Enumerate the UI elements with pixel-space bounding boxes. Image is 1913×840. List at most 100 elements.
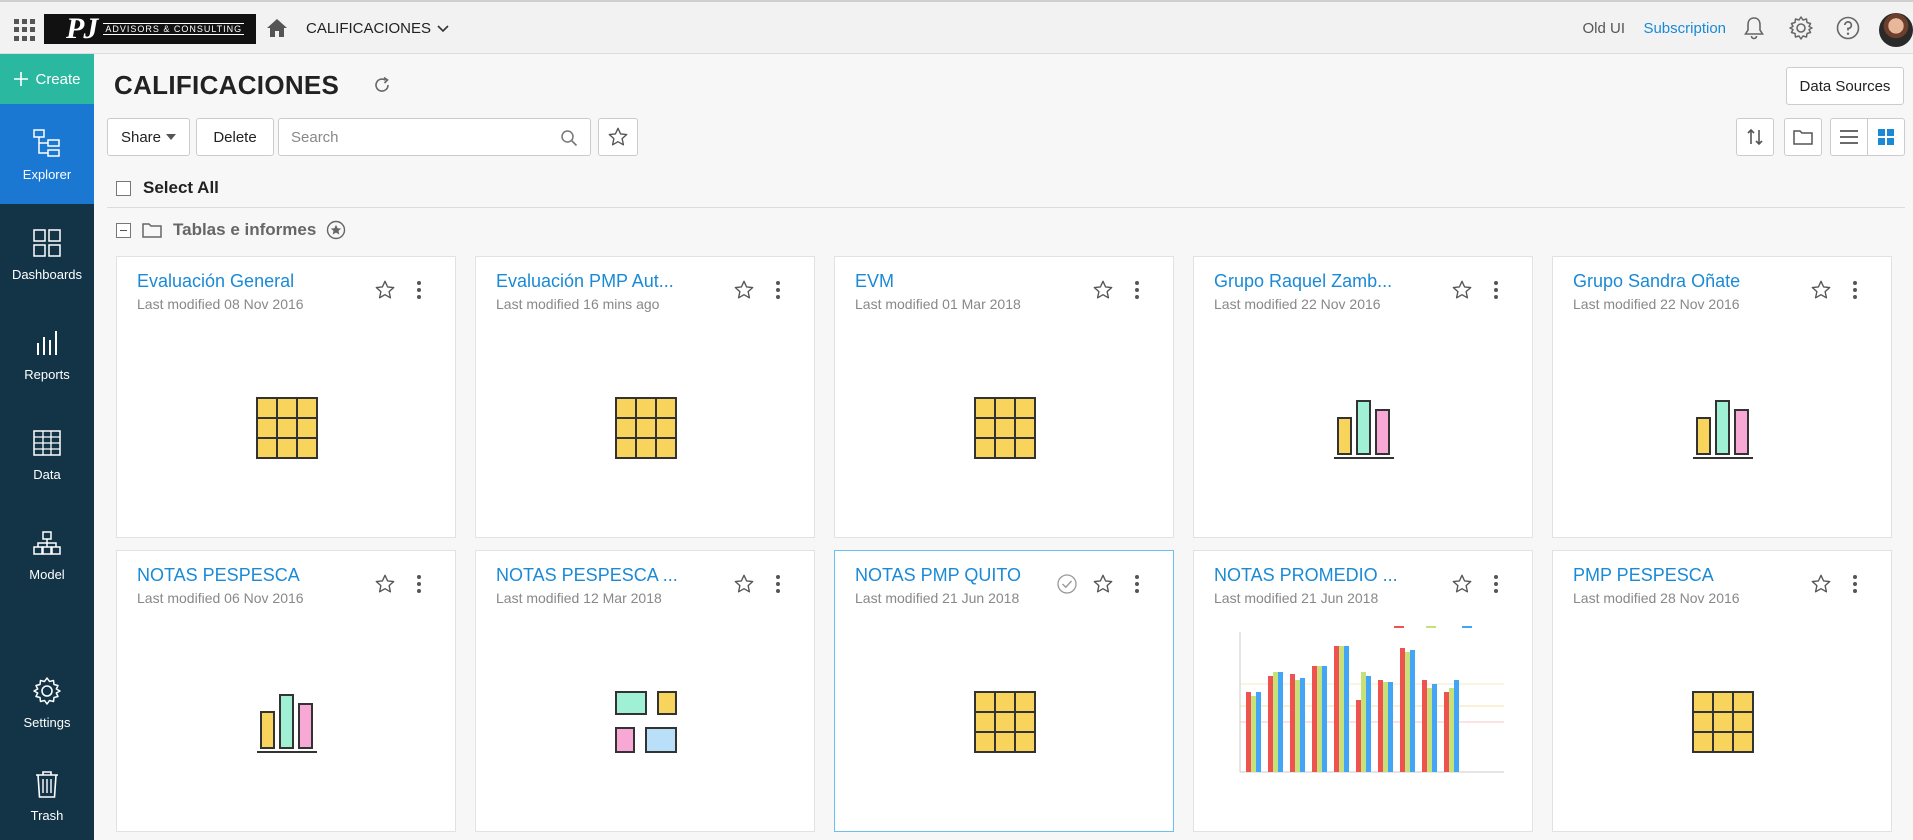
delete-button[interactable]: Delete xyxy=(196,118,274,156)
view-card[interactable]: Evaluación PMP Aut... Last modified 16 mi… xyxy=(475,256,815,538)
sidebar-item-explorer[interactable]: Explorer xyxy=(0,104,94,204)
sidebar-item-data[interactable]: Data xyxy=(0,404,94,504)
workspace-breadcrumb[interactable]: CALIFICACIONES xyxy=(306,20,449,37)
card-menu-button[interactable] xyxy=(773,279,783,301)
card-title[interactable]: NOTAS PROMEDIO ... xyxy=(1214,565,1444,586)
more-vertical-icon xyxy=(1853,575,1857,593)
sidebar-item-model[interactable]: Model xyxy=(0,504,94,604)
card-thumbnail[interactable] xyxy=(476,317,816,539)
star-icon xyxy=(734,574,754,593)
view-card[interactable]: NOTAS PESPESCA ... Last modified 12 Mar 2… xyxy=(475,550,815,832)
card-title[interactable]: NOTAS PESPESCA ... xyxy=(496,565,726,586)
favorite-badge-icon[interactable] xyxy=(326,220,346,240)
select-all[interactable]: Select All xyxy=(116,178,219,198)
card-favorite-button[interactable] xyxy=(1451,573,1473,595)
card-thumbnail[interactable] xyxy=(1553,611,1893,833)
bell-icon[interactable] xyxy=(1741,15,1767,41)
view-card[interactable]: EVM Last modified 01 Mar 2018 xyxy=(834,256,1174,538)
card-menu-button[interactable] xyxy=(1850,279,1860,301)
gear-icon[interactable] xyxy=(1788,15,1814,41)
card-title[interactable]: Grupo Raquel Zamb... xyxy=(1214,271,1444,292)
card-title[interactable]: Evaluación General xyxy=(137,271,367,292)
list-icon xyxy=(1840,130,1858,144)
folder-header[interactable]: Tablas e informes xyxy=(116,220,346,240)
card-thumbnail[interactable] xyxy=(1194,611,1534,833)
search-input[interactable] xyxy=(279,119,539,155)
card-title[interactable]: EVM xyxy=(855,271,1085,292)
card-thumbnail[interactable] xyxy=(476,611,816,833)
view-card[interactable]: NOTAS PMP QUITO Last modified 21 Jun 2018 xyxy=(834,550,1174,832)
view-card[interactable]: Evaluación General Last modified 08 Nov 2… xyxy=(116,256,456,538)
card-thumbnail[interactable] xyxy=(1553,317,1893,539)
card-favorite-button[interactable] xyxy=(374,573,396,595)
view-card[interactable]: Grupo Raquel Zamb... Last modified 22 Nov… xyxy=(1193,256,1533,538)
card-thumbnail[interactable] xyxy=(117,317,457,539)
card-thumbnail[interactable] xyxy=(835,317,1175,539)
reports-icon xyxy=(37,330,57,355)
folder-view-button[interactable] xyxy=(1784,118,1822,156)
data-sources-button[interactable]: Data Sources xyxy=(1786,67,1904,105)
card-thumbnail[interactable] xyxy=(117,611,457,833)
card-favorite-button[interactable] xyxy=(1092,573,1114,595)
dashboards-icon xyxy=(33,228,61,257)
card-favorite-button[interactable] xyxy=(733,279,755,301)
card-title[interactable]: NOTAS PESPESCA xyxy=(137,565,367,586)
sidebar-item-settings[interactable]: Settings xyxy=(0,652,94,752)
logo-text: PJ xyxy=(66,12,98,45)
card-favorite-button[interactable] xyxy=(1092,279,1114,301)
model-icon xyxy=(33,530,61,555)
card-title[interactable]: Grupo Sandra Oñate xyxy=(1573,271,1803,292)
sort-button[interactable] xyxy=(1736,118,1774,156)
card-menu-button[interactable] xyxy=(773,573,783,595)
sidebar-item-trash[interactable]: Trash xyxy=(0,750,94,840)
app-grid-icon[interactable] xyxy=(14,19,36,41)
card-last-modified: Last modified 12 Mar 2018 xyxy=(496,590,662,606)
help-icon[interactable] xyxy=(1835,15,1861,41)
share-button[interactable]: Share xyxy=(107,118,190,156)
card-favorite-button[interactable] xyxy=(374,279,396,301)
card-menu-button[interactable] xyxy=(1132,573,1142,595)
card-last-modified: Last modified 16 mins ago xyxy=(496,296,660,312)
sidebar-item-reports[interactable]: Reports xyxy=(0,304,94,404)
card-thumbnail[interactable] xyxy=(835,611,1175,833)
card-menu-button[interactable] xyxy=(1850,573,1860,595)
refresh-icon[interactable] xyxy=(372,75,392,95)
card-title[interactable]: NOTAS PMP QUITO xyxy=(855,565,1085,586)
view-card[interactable]: NOTAS PROMEDIO ... Last modified 21 Jun 2… xyxy=(1193,550,1533,832)
subscription-link[interactable]: Subscription xyxy=(1643,20,1726,37)
more-vertical-icon xyxy=(1494,281,1498,299)
search-icon[interactable] xyxy=(560,129,578,147)
card-menu-button[interactable] xyxy=(1491,279,1501,301)
card-thumbnail[interactable] xyxy=(1194,317,1534,539)
star-icon xyxy=(375,280,395,299)
card-menu-button[interactable] xyxy=(414,573,424,595)
company-logo[interactable]: PJ ADVISORS & CONSULTING xyxy=(44,12,256,45)
view-card[interactable]: Grupo Sandra Oñate Last modified 22 Nov 2… xyxy=(1552,256,1892,538)
sidebar-item-label: Data xyxy=(33,466,61,482)
view-card[interactable]: PMP PESPESCA Last modified 28 Nov 2016 xyxy=(1552,550,1892,832)
card-select-checkbox[interactable] xyxy=(1056,573,1078,595)
card-menu-button[interactable] xyxy=(1132,279,1142,301)
card-title[interactable]: Evaluación PMP Aut... xyxy=(496,271,726,292)
card-menu-button[interactable] xyxy=(414,279,424,301)
card-menu-button[interactable] xyxy=(1491,573,1501,595)
card-title[interactable]: PMP PESPESCA xyxy=(1573,565,1803,586)
card-favorite-button[interactable] xyxy=(1451,279,1473,301)
more-vertical-icon xyxy=(1135,575,1139,593)
view-card[interactable]: NOTAS PESPESCA Last modified 06 Nov 2016 xyxy=(116,550,456,832)
list-view-button[interactable] xyxy=(1830,118,1868,156)
more-vertical-icon xyxy=(417,281,421,299)
card-favorite-button[interactable] xyxy=(1810,573,1832,595)
sidebar-item-dashboards[interactable]: Dashboards xyxy=(0,204,94,304)
user-avatar[interactable] xyxy=(1879,13,1913,47)
card-favorite-button[interactable] xyxy=(733,573,755,595)
select-all-checkbox[interactable] xyxy=(116,180,131,196)
grid-view-button[interactable] xyxy=(1867,118,1905,156)
card-favorite-button[interactable] xyxy=(1810,279,1832,301)
home-icon[interactable] xyxy=(266,18,288,38)
favorites-filter-button[interactable] xyxy=(598,118,638,156)
star-icon xyxy=(734,280,754,299)
old-ui-link[interactable]: Old UI xyxy=(1582,20,1625,37)
collapse-icon[interactable] xyxy=(116,222,131,238)
create-button[interactable]: Create xyxy=(0,54,94,104)
